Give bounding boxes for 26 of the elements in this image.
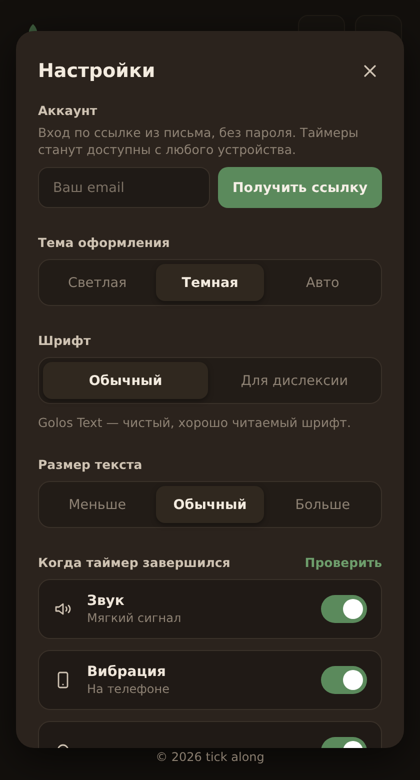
section-label: Размер текста: [38, 457, 144, 472]
segment-option[interactable]: Меньше: [43, 486, 152, 523]
section-label: Аккаунт: [38, 103, 98, 118]
segment-option[interactable]: Обычный: [43, 362, 208, 399]
toggle-switch[interactable]: [321, 666, 367, 694]
segment-option[interactable]: Авто: [268, 264, 377, 301]
setting-subtitle: На телефоне: [87, 682, 170, 696]
dialog-title: Настройки: [38, 60, 156, 82]
test-link[interactable]: Проверить: [304, 555, 382, 570]
setting-title: Звук: [87, 593, 126, 609]
section-label: Шрифт: [38, 333, 92, 348]
setting-title: Вибрация: [87, 664, 167, 680]
account-description: Вход по ссылке из письма, без пароля. Таймеры станут доступны с любого устройства.: [38, 124, 360, 158]
email-field[interactable]: Ваш email: [38, 167, 210, 208]
segment-option[interactable]: Для дислексии: [212, 362, 377, 399]
section-label: Когда таймер завершился: [38, 555, 230, 570]
segment-option[interactable]: Светлая: [43, 264, 152, 301]
font-hint: Golos Text — чистый, хорошо читаемый шрифт.: [38, 415, 352, 430]
get-link-button[interactable]: Получить ссылку: [218, 167, 382, 208]
segment-option[interactable]: Больше: [268, 486, 377, 523]
toggle-switch[interactable]: [321, 595, 367, 623]
setting-subtitle: Мягкий сигнал: [87, 611, 182, 625]
section-label: Тема оформления: [38, 235, 171, 250]
copyright-text: © 2026 tick along: [154, 750, 266, 766]
segment-option[interactable]: Обычный: [156, 486, 264, 523]
segment-option[interactable]: Темная: [156, 264, 264, 301]
